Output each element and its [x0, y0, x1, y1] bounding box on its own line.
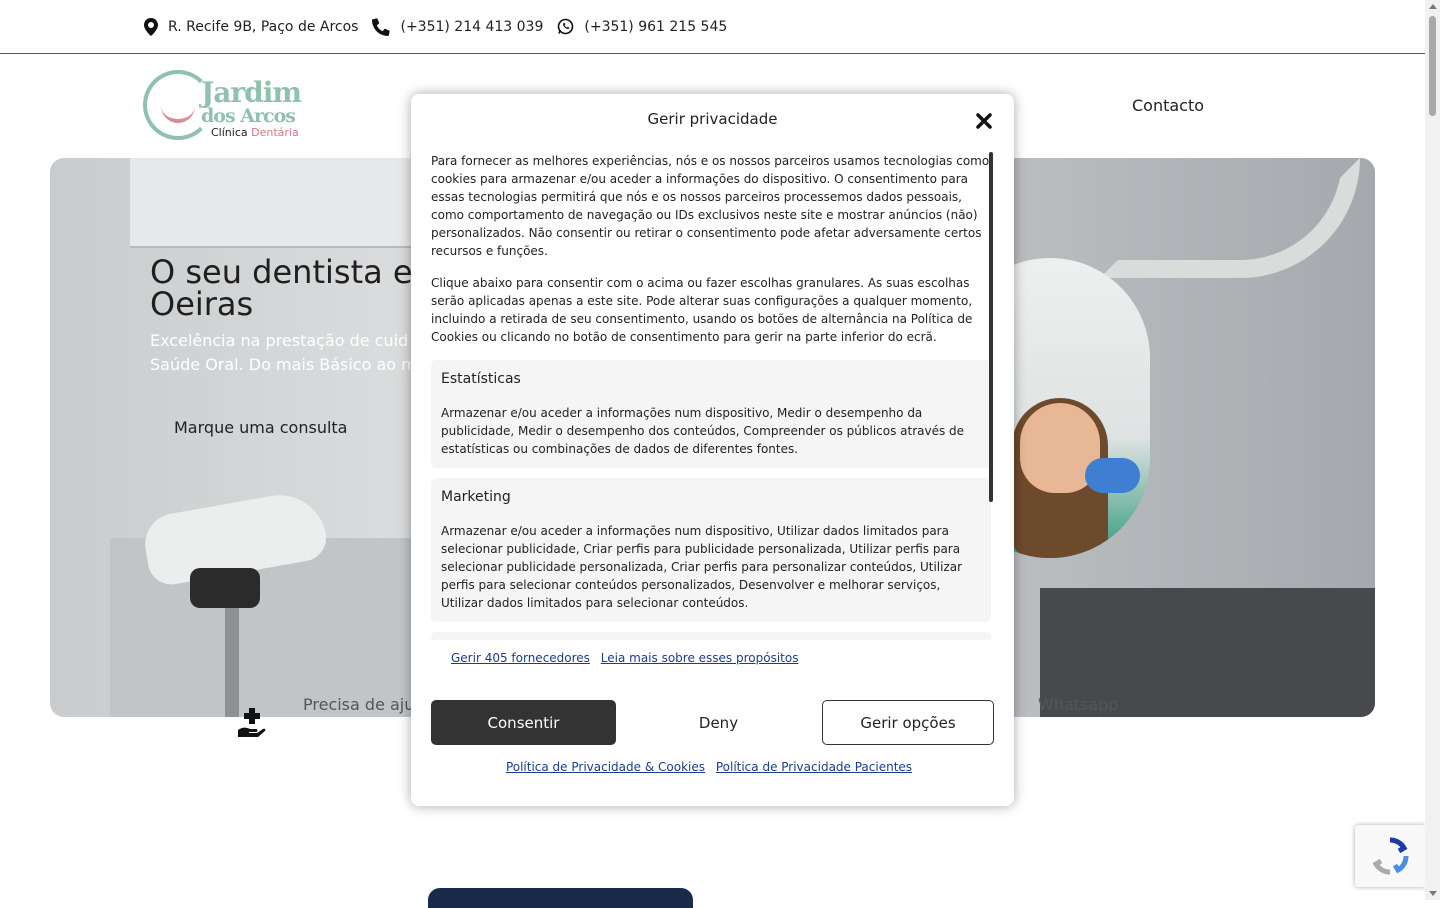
phone-text: (+351) 214 413 039: [400, 18, 544, 35]
content-card-image: [428, 888, 693, 908]
page-scrollbar[interactable]: [1425, 0, 1440, 900]
category-description: Armazenar e/ou aceder a informações num …: [441, 406, 965, 456]
accept-button[interactable]: Consentir: [431, 700, 616, 745]
modal-links: Gerir 405 fornecedores Leia mais sobre e…: [451, 651, 805, 665]
deny-button[interactable]: Deny: [631, 700, 806, 745]
hero-lamp-arm: [1100, 158, 1360, 278]
scroll-up-arrow-icon[interactable]: [1429, 4, 1437, 9]
hero-title: O seu dentista e Oeiras: [150, 256, 413, 320]
site-logo[interactable]: Jardim dos Arcos Clínica Dentária: [143, 70, 303, 142]
logo-line2: dos Arcos: [201, 105, 296, 127]
manage-vendors-link[interactable]: Gerir 405 fornecedores: [451, 651, 590, 665]
modal-scrollbar[interactable]: [989, 152, 993, 502]
need-help-link[interactable]: Precisa de aju: [303, 695, 414, 714]
category-next[interactable]: [431, 632, 991, 640]
hero-sub-line1: Excelência na prestação de cuid: [150, 331, 409, 350]
logo-line3b: Dentária: [251, 126, 299, 139]
logo-line3a: Clínica: [211, 126, 252, 139]
phone-icon: [372, 17, 391, 36]
book-appointment-button[interactable]: Marque uma consulta: [174, 418, 347, 437]
scroll-down-arrow-icon[interactable]: [1429, 891, 1437, 896]
whatsapp-icon: [558, 18, 574, 35]
address-text: R. Recife 9B, Paço de Arcos: [168, 18, 359, 35]
address-item[interactable]: R. Recife 9B, Paço de Arcos: [144, 17, 359, 36]
category-description: Armazenar e/ou aceder a informações num …: [441, 524, 963, 610]
map-pin-icon: [144, 17, 158, 36]
hero-title-line1: O seu dentista e: [150, 253, 413, 291]
phone-item[interactable]: (+351) 214 413 039: [372, 17, 544, 36]
nav-contacto-link[interactable]: Contacto: [1132, 96, 1204, 115]
hero-sub-line2: Saúde Oral. Do mais Básico ao m: [150, 355, 417, 374]
modal-buttons: Consentir Deny Gerir opções: [431, 700, 994, 745]
policy-links: Política de Privacidade & Cookies Políti…: [411, 760, 1014, 774]
category-statistics[interactable]: Estatísticas Armazenar e/ou aceder a inf…: [431, 360, 991, 468]
modal-title: Gerir privacidade: [647, 110, 778, 128]
recaptcha-badge[interactable]: [1355, 825, 1425, 887]
top-bar: R. Recife 9B, Paço de Arcos (+351) 214 4…: [0, 0, 1425, 54]
hero-chair-base: [190, 568, 260, 608]
privacy-modal: Gerir privacidade Para fornecer as melho…: [411, 94, 1014, 806]
hero-title-line2: Oeiras: [150, 285, 254, 323]
modal-body[interactable]: Para fornecer as melhores experiências, …: [431, 152, 991, 640]
intro-paragraph-2: Clique abaixo para consentir com o acima…: [431, 276, 973, 344]
hero-subtitle: Excelência na prestação de cuid Saúde Or…: [150, 329, 417, 377]
dentist-glove: [1085, 458, 1140, 493]
category-marketing[interactable]: Marketing Armazenar e/ou aceder a inform…: [431, 478, 991, 622]
close-icon[interactable]: [973, 110, 995, 132]
logo-line3: Clínica Dentária: [211, 126, 299, 139]
intro-paragraph-1: Para fornecer as melhores experiências, …: [431, 154, 990, 258]
whatsapp-link[interactable]: Whatsapp: [1038, 695, 1119, 714]
scrollbar-thumb[interactable]: [1429, 16, 1436, 116]
category-title: Estatísticas: [441, 371, 521, 387]
hero-chair-pole: [225, 608, 239, 717]
privacy-cookies-policy-link[interactable]: Política de Privacidade & Cookies: [506, 760, 705, 774]
whatsapp-text: (+351) 961 215 545: [584, 18, 728, 35]
manage-options-button[interactable]: Gerir opções: [822, 700, 994, 745]
patient-privacy-policy-link[interactable]: Política de Privacidade Pacientes: [716, 760, 912, 774]
read-purposes-link[interactable]: Leia mais sobre esses propósitos: [601, 651, 799, 665]
recaptcha-icon: [1372, 837, 1409, 875]
category-title: Marketing: [441, 489, 511, 505]
hand-holding-medical-icon: [238, 708, 266, 737]
whatsapp-item[interactable]: (+351) 961 215 545: [557, 18, 727, 35]
